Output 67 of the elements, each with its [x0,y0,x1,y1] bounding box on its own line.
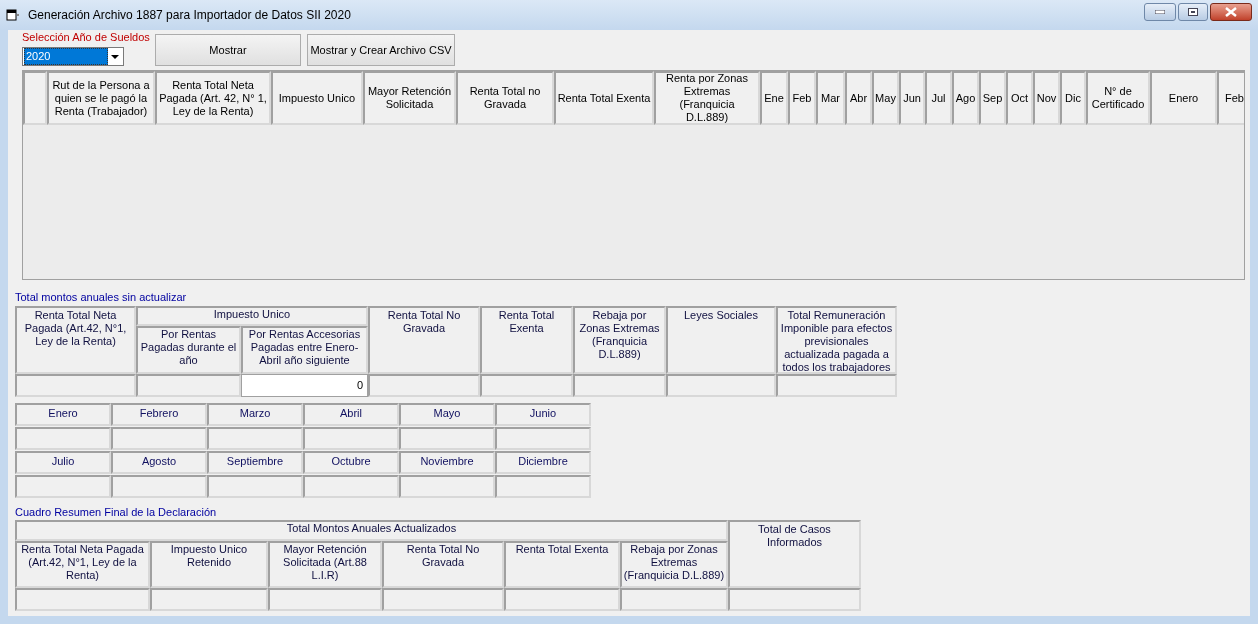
column-header[interactable]: Dic [1060,71,1086,125]
input-field[interactable]: 0 [241,374,368,397]
column-header: Renta Total Neta Pagada (Art.42, N°1, Ley de la Renta) [15,306,136,374]
column-header: Por Rentas Pagadas durante el año [136,326,241,374]
month-header: Diciembre [495,451,591,474]
column-header[interactable]: Renta Total no Gravada [456,71,554,125]
column-header[interactable]: N° de Certificado [1086,71,1150,125]
year-label: Selección Año de Sueldos [22,30,151,44]
column-header: Renta Total No Gravada [382,541,504,588]
column-header: Total Montos Anuales Actualizados [15,520,728,541]
close-button[interactable] [1210,3,1252,21]
column-header[interactable]: Ene [760,71,788,125]
column-header: Total de Casos Informados [728,520,861,588]
column-header[interactable]: Feb [788,71,816,125]
year-dropdown[interactable]: 2020 [22,47,124,66]
month-header: Octubre [303,451,399,474]
action-button[interactable]: Mostrar y Crear Archivo CSV [307,34,455,66]
maximize-button[interactable] [1178,3,1208,21]
month-header: Abril [303,403,399,426]
section-title: Cuadro Resumen Final de la Declaración [15,506,218,519]
column-header[interactable]: Renta Total Neta Pagada (Art. 42, N° 1, Ley de la Renta) [155,71,271,125]
month-header: Noviembre [399,451,495,474]
column-header[interactable]: Mayor Retención Solicitada [363,71,456,125]
year-value: 2020 [24,48,108,65]
column-header[interactable]: Enero [1150,71,1217,125]
column-header[interactable]: Ago [952,71,979,125]
column-header: Mayor Retención Solicitada (Art.88 L.I.R) [268,541,382,588]
column-header[interactable]: Impuesto Unico [271,71,363,125]
month-header: Marzo [207,403,303,426]
minimize-button[interactable] [1144,3,1176,21]
column-header: Impuesto Unico Retenido [150,541,268,588]
restore-icon [1188,8,1198,16]
month-header: Septiembre [207,451,303,474]
column-header: Renta Total No Gravada [368,306,480,374]
column-header[interactable]: Rut de la Persona a quien se le pagó la Renta (Trabajador) [47,71,155,125]
month-header: Julio [15,451,111,474]
column-header: Renta Total Exenta [480,306,573,374]
action-button[interactable]: Mostrar [155,34,301,66]
column-header: Leyes Sociales [666,306,776,374]
column-header[interactable]: May [872,71,899,125]
close-icon [1225,7,1237,17]
column-header[interactable]: Jul [925,71,952,125]
month-header: Febrero [111,403,207,426]
column-header: Total Remuneración Imponible para efectos previsionales actualizada pagada a todos los trabajadores [776,306,897,374]
column-header[interactable]: Nov [1033,71,1060,125]
column-header[interactable]: Oct [1006,71,1033,125]
column-header[interactable]: Abr [845,71,872,125]
column-header: Por Rentas Accesorias Pagadas entre Enero-Abril año siguiente [241,326,368,374]
month-header: Enero [15,403,111,426]
column-header: Impuesto Unico [136,306,368,326]
window-icon [6,9,20,21]
column-header: Renta Total Neta Pagada (Art.42, N°1, Ley de la Renta) [15,541,150,588]
window-title: Generación Archivo 1887 para Importador de Datos SII 2020 [28,7,351,24]
month-header: Agosto [111,451,207,474]
column-header: Rebaja por Zonas Extremas (Franquicia D.L.889) [573,306,666,374]
column-header: Rebaja por Zonas Extremas (Franquicia D.L.889) [620,541,728,588]
minimize-icon [1155,10,1165,14]
month-header: Mayo [399,403,495,426]
month-header: Junio [495,403,591,426]
column-header[interactable]: Feb [1217,71,1244,125]
section-title: Total montos anuales sin actualizar [15,291,188,304]
column-header: Renta Total Exenta [504,541,620,588]
column-header[interactable]: Jun [899,71,925,125]
column-header[interactable]: Renta por Zonas Extremas (Franquicia D.L.889) [654,71,760,125]
column-header[interactable]: Sep [979,71,1006,125]
column-header[interactable]: Renta Total Exenta [554,71,654,125]
column-header[interactable]: Mar [816,71,845,125]
